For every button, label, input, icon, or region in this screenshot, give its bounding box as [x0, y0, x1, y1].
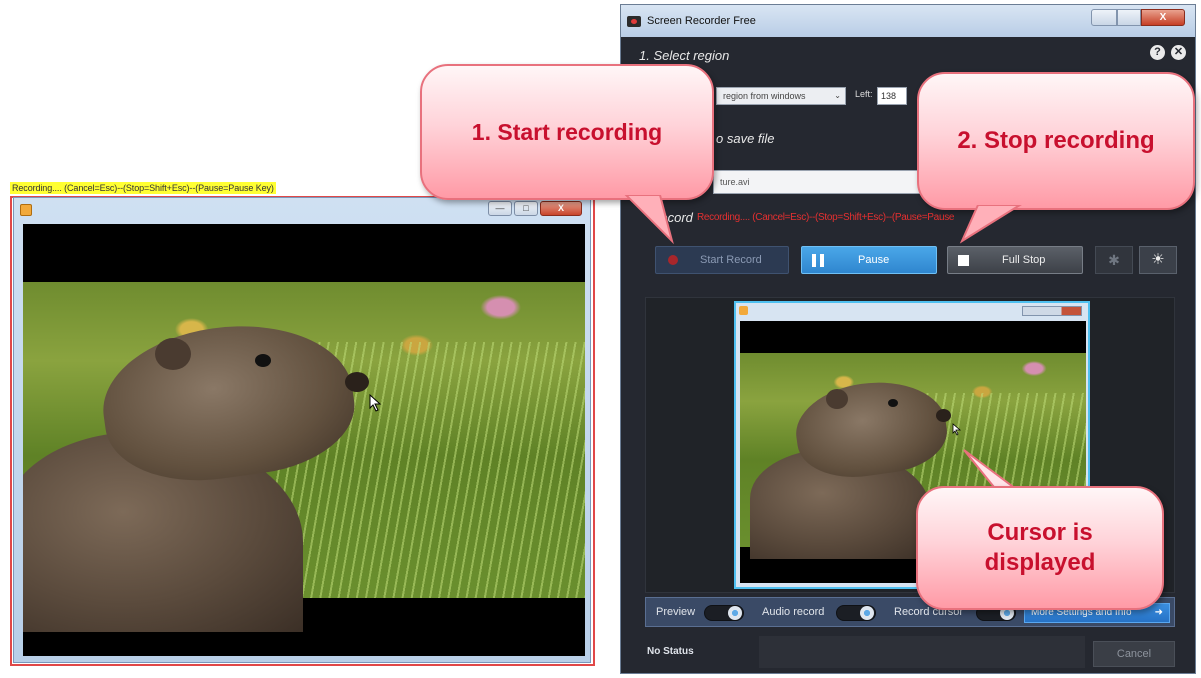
- arrow-right-icon: ➜: [1154, 607, 1163, 618]
- callout-start-recording: 1. Start recording: [420, 64, 714, 200]
- preview-marmot-nose: [936, 409, 951, 422]
- preview-marmot-ear: [826, 389, 848, 409]
- mouse-cursor-icon: [369, 394, 382, 412]
- help-icon[interactable]: ?: [1150, 45, 1165, 60]
- full-stop-label: Full Stop: [1002, 254, 1046, 266]
- recording-status-text: Recording.... (Cancel=Esc)--(Stop=Shift+…: [697, 212, 955, 223]
- region-select-dropdown[interactable]: region from windows ⌄: [716, 87, 846, 105]
- full-stop-button[interactable]: Full Stop: [947, 246, 1083, 274]
- left-input[interactable]: 138: [877, 87, 907, 105]
- record-dot-icon: [668, 255, 678, 265]
- region-select-value: region from windows: [723, 91, 806, 101]
- player-app-icon: [20, 204, 32, 216]
- start-record-button[interactable]: Start Record: [655, 246, 789, 274]
- marmot-nose: [345, 372, 369, 392]
- recording-hint-banner: Recording.... (Cancel=Esc)--(Stop=Shift+…: [10, 182, 276, 194]
- callout-stop-pointer: [959, 205, 1022, 244]
- callout-start-text: 1. Start recording: [471, 118, 663, 145]
- settings-icon[interactable]: ☀: [1139, 246, 1177, 274]
- window-title: Screen Recorder Free: [647, 15, 756, 27]
- marmot-ear: [155, 338, 191, 370]
- audio-record-toggle[interactable]: [836, 605, 876, 621]
- status-text: No Status: [647, 646, 694, 657]
- cancel-button[interactable]: Cancel: [1093, 641, 1175, 667]
- file-path-input[interactable]: ture.avi: [713, 170, 933, 194]
- player-minimize-button[interactable]: —: [488, 201, 512, 216]
- toggle-knob-icon: [728, 606, 742, 620]
- callout-cursor-line2: displayed: [984, 549, 1096, 576]
- preview-toggle-label: Preview: [656, 606, 696, 618]
- pause-button[interactable]: Pause: [801, 246, 937, 274]
- close-circle-icon[interactable]: ✕: [1171, 45, 1186, 60]
- video-frame: [23, 224, 585, 656]
- section-save-file-title: o save file: [716, 131, 775, 146]
- recorder-titlebar: Screen Recorder Free X: [621, 5, 1195, 37]
- tools-icon[interactable]: ✱: [1095, 246, 1133, 274]
- callout-cursor-displayed: Cursor is displayed: [916, 486, 1164, 610]
- video-scene-meadow: [23, 282, 585, 632]
- toggle-knob-icon: [860, 606, 874, 620]
- player-close-button[interactable]: X: [540, 201, 582, 216]
- stop-icon: [958, 255, 969, 266]
- recorder-app-icon: [627, 16, 641, 27]
- close-button[interactable]: X: [1141, 9, 1185, 26]
- start-record-label: Start Record: [700, 254, 762, 266]
- preview-app-icon: [739, 306, 748, 315]
- chevron-down-icon: ⌄: [834, 91, 841, 100]
- pause-label: Pause: [858, 254, 890, 266]
- maximize-button[interactable]: [1117, 9, 1141, 26]
- left-label: Left:: [855, 89, 873, 99]
- marmot-eye: [255, 354, 271, 367]
- pause-icon: [812, 254, 824, 267]
- callout-stop-text: 2. Stop recording: [957, 127, 1155, 154]
- preview-window-controls: [1022, 306, 1082, 316]
- callout-cursor-line1: Cursor is: [987, 519, 1093, 546]
- status-progress-strip: [759, 636, 1085, 668]
- player-maximize-button[interactable]: □: [514, 201, 538, 216]
- minimize-button[interactable]: [1091, 9, 1117, 26]
- preview-cursor-icon: [952, 423, 962, 436]
- section-select-region-title: 1. Select region: [639, 48, 730, 63]
- video-player-window: — □ X: [13, 197, 591, 663]
- preview-toggle[interactable]: [704, 605, 744, 621]
- audio-toggle-label: Audio record: [762, 606, 825, 618]
- preview-marmot-eye: [888, 399, 898, 407]
- callout-start-pointer: [624, 195, 674, 245]
- callout-stop-recording: 2. Stop recording: [917, 72, 1195, 210]
